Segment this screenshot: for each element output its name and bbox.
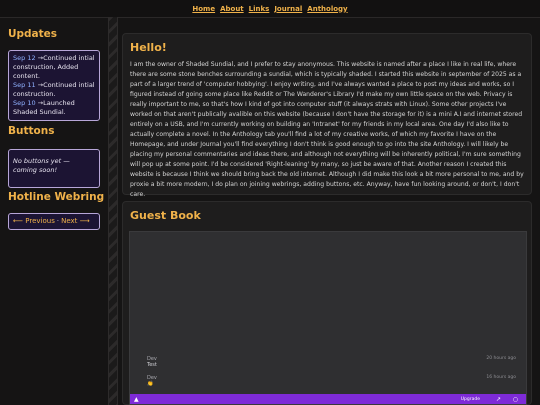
nav-anthology[interactable]: Anthology <box>306 5 348 13</box>
guestbook-widget[interactable]: Dev Test 20 hours ago Dev 👏 16 hours ago… <box>129 231 527 405</box>
nav-about[interactable]: About <box>219 5 245 13</box>
update-date: Sep 10 <box>13 99 36 107</box>
nav-links[interactable]: Links <box>248 5 271 13</box>
updates-box: Sep 12 →Continued intial construction, A… <box>8 50 100 121</box>
guestbook-heading: Guest Book <box>130 209 201 222</box>
update-date: Sep 11 <box>13 81 36 89</box>
message-time: 20 hours ago <box>486 356 516 361</box>
buttons-placeholder-text: No buttons yet — coming soon! <box>13 157 70 174</box>
message-time: 16 hours ago <box>486 375 516 380</box>
divider-strip <box>108 17 118 405</box>
guestbook-toolbar: ▲ Upgrade ↗ ○ <box>130 394 526 404</box>
message-text: Test <box>147 362 157 368</box>
buttons-heading: Buttons <box>8 125 55 137</box>
guestbook-message: Dev 👏 <box>147 375 157 387</box>
hello-panel: Hello! I am the owner of Shaded Sundial,… <box>122 33 532 198</box>
guestbook-message: Dev Test <box>147 356 157 368</box>
webring-box: ⟵ Previous · Next ⟶ <box>8 213 100 230</box>
upgrade-link[interactable]: Upgrade <box>461 397 480 402</box>
updates-heading: Updates <box>8 28 58 40</box>
webring-separator: · <box>56 217 59 225</box>
webring-next-link[interactable]: Next ⟶ <box>61 217 90 225</box>
hello-body: I am the owner of Shaded Sundial, and I … <box>130 61 524 198</box>
close-icon[interactable]: ○ <box>513 396 518 403</box>
update-item: Sep 10 →Launched Shaded Sundial. <box>13 99 95 117</box>
guestbook-panel: Guest Book Dev Test 20 hours ago Dev 👏 1… <box>122 201 532 405</box>
nav-home[interactable]: Home <box>191 5 216 13</box>
nav-journal[interactable]: Journal <box>273 5 303 13</box>
sidebar: Updates Sep 12 →Continued intial constru… <box>0 17 108 405</box>
update-item: Sep 12 →Continued intial construction, A… <box>13 54 95 81</box>
top-nav: Home About Links Journal Anthology <box>0 0 540 18</box>
buttons-box: No buttons yet — coming soon! <box>8 149 100 188</box>
hello-heading: Hello! <box>130 41 167 54</box>
update-item: Sep 11 →Continued intial construction. <box>13 81 95 99</box>
chat-icon[interactable]: ▲ <box>134 396 139 403</box>
update-date: Sep 12 <box>13 54 36 62</box>
external-link-icon[interactable]: ↗ <box>496 396 501 403</box>
webring-previous-link[interactable]: ⟵ Previous <box>13 217 55 225</box>
message-text: 👏 <box>147 381 154 387</box>
webring-heading: Hotline Webring <box>8 191 105 203</box>
